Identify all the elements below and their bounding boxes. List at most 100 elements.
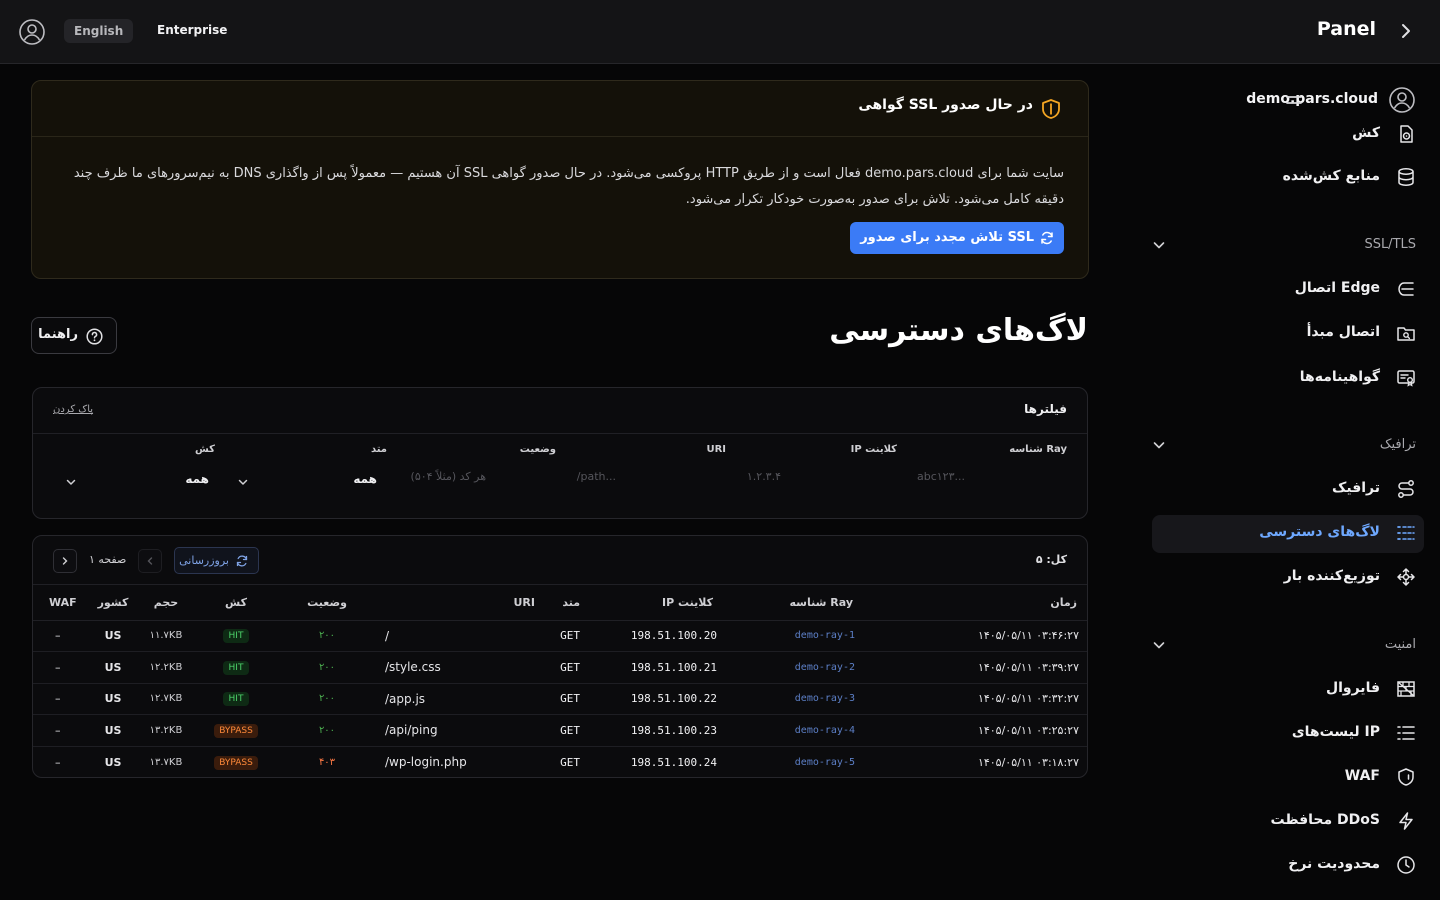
cell-country: US — [104, 692, 122, 706]
sidebar-item-ddos-protection[interactable]: محافظت DDoS — [1150, 803, 1424, 839]
cell-time: ۱۴۰۵/۰۵/۱۱ ۰۳:۱۸:۲۷ — [977, 755, 1079, 769]
help-label: راهنما — [38, 327, 78, 342]
sidebar-item-label: کش — [1352, 125, 1380, 141]
cell-uri: /app.js — [385, 691, 426, 706]
sidebar-item-certificates[interactable]: گواهینامه‌ها — [1150, 360, 1424, 396]
status-input[interactable]: هر کد (مثلاً ۵۰۴) — [411, 470, 486, 483]
sidebar-item-label: توزیع‌کننده بار — [1283, 568, 1380, 584]
chevron-right-icon — [62, 557, 68, 565]
column-header-status: وضعیت — [275, 585, 379, 621]
chevron-down-icon — [237, 476, 249, 488]
sidebar-item-access-logs[interactable]: لاگ‌های دسترسی — [1152, 515, 1424, 553]
sidebar-item-waf[interactable]: WAF — [1150, 759, 1424, 795]
cell-waf: – — [55, 692, 61, 706]
sidebar-item-label: اتصال مبدأ — [1306, 324, 1380, 340]
section-traffic[interactable]: ترافیک — [1152, 433, 1416, 459]
cell-ray-id[interactable]: demo-ray-4 — [729, 715, 889, 747]
cell-uri: /wp-login.php — [385, 755, 467, 769]
table-row[interactable]: – US ۱۱.۷KB HIT ۲۰۰ / GET 198.51.100.20 demo-ray… — [33, 620, 1087, 652]
cell-country: US — [104, 660, 122, 674]
cell-method: GET — [560, 629, 580, 643]
refresh-logs-button[interactable]: بروزرسانی — [174, 547, 259, 574]
cell-country: US — [104, 723, 122, 737]
cell-cache: BYPASS — [197, 746, 275, 777]
sidebar: demo.pars.cloud کش منابع کش‌شده SSL/TLS … — [1140, 64, 1440, 900]
sidebar-item-label: لاگ‌های دسترسی — [1259, 524, 1380, 540]
sidebar-item-edge-connection[interactable]: اتصال Edge — [1150, 271, 1424, 307]
cell-uri: /api/ping — [385, 723, 438, 738]
column-header-cache: کش — [197, 585, 275, 621]
cell-method: GET — [560, 692, 580, 706]
next-page-button[interactable] — [53, 549, 77, 573]
help-button[interactable]: راهنما — [31, 317, 117, 354]
cell-method: GET — [560, 755, 580, 769]
table-header-row: WAF کشور حجم کش وضعیت URI متد IP کلاینت … — [33, 585, 1087, 621]
table-row[interactable]: – US ۱۳.۷KB BYPASS ۴۰۳/wp-login.php GET 198.51… — [33, 746, 1087, 777]
cell-status: ۲۰۰ — [318, 630, 336, 642]
cache-select-value: همه — [185, 472, 209, 486]
cell-status: ۴۰۳ — [318, 756, 336, 768]
cell-status: ۲۰۰ — [318, 693, 336, 705]
filter-method-select[interactable]: متد همه — [237, 444, 387, 494]
edge-connection-icon — [1396, 279, 1416, 299]
list-icon — [1396, 523, 1416, 543]
ssl-banner-message: سایت شما برای demo.pars.cloud فعال است و… — [73, 166, 1064, 207]
cell-client-ip: 198.51.100.23 — [630, 723, 717, 737]
cell-country: US — [104, 629, 122, 643]
cell-time: ۱۴۰۵/۰۵/۱۱ ۰۳:۳۲:۲۷ — [977, 692, 1079, 706]
retry-ssl-button[interactable]: تلاش مجدد برای صدور SSL — [850, 222, 1064, 254]
sidebar-item-label: اتصال Edge — [1294, 280, 1380, 296]
cell-ray-id[interactable]: demo-ray-3 — [729, 683, 889, 715]
section-title: امنیت — [1384, 637, 1416, 652]
cache-status-badge: BYPASS — [214, 755, 258, 770]
sidebar-item-traffic[interactable]: ترافیک — [1150, 471, 1424, 507]
section-ssl-tls[interactable]: SSL/TLS — [1152, 233, 1416, 259]
cell-client-ip: 198.51.100.24 — [630, 755, 717, 769]
uri-input[interactable]: /path... — [577, 470, 616, 483]
total-count: کل: ۵ — [1035, 553, 1067, 566]
user-avatar-icon[interactable] — [19, 19, 45, 45]
ray-id-input[interactable]: abc۱۲۳... — [917, 470, 965, 483]
section-security[interactable]: امنیت — [1152, 633, 1416, 659]
sidebar-item-label: محدودیت نرخ — [1288, 856, 1380, 872]
cell-ray-id[interactable]: demo-ray-2 — [729, 652, 889, 684]
sidebar-item-firewall[interactable]: فایروال — [1150, 671, 1424, 707]
prev-page-button[interactable] — [138, 549, 162, 573]
sidebar-item-cached-resources[interactable]: منابع کش‌شده — [1150, 159, 1424, 195]
sidebar-item-load-balancer[interactable]: توزیع‌کننده بار — [1150, 559, 1424, 595]
plan-label: Enterprise — [157, 23, 228, 37]
cell-waf: – — [55, 723, 61, 737]
client-ip-input[interactable]: ۱.۲.۳.۴ — [747, 470, 781, 483]
sidebar-item-rate-limiting[interactable]: محدودیت نرخ — [1150, 847, 1424, 883]
table-row[interactable]: – US ۱۳.۲KB BYPASS ۲۰۰/api/ping GET 198.51.100… — [33, 715, 1087, 747]
language-toggle[interactable]: English — [64, 19, 134, 43]
cell-cache: HIT — [197, 683, 275, 715]
cache-icon — [1396, 124, 1416, 144]
column-header-method: متد — [539, 585, 580, 621]
cell-size: ۱۲.۷KB — [149, 693, 183, 705]
filter-cache-select[interactable]: کش همه — [65, 444, 215, 494]
ip-list-icon — [1396, 723, 1416, 743]
access-logs-table: WAF کشور حجم کش وضعیت URI متد IP کلاینت … — [33, 585, 1087, 777]
clear-filters-link[interactable]: پاک کردن — [53, 404, 93, 415]
filters-title: فیلترها — [1024, 402, 1067, 416]
chevron-down-icon — [1152, 238, 1166, 252]
column-header-ray-id: شناسه Ray — [729, 585, 889, 621]
load-balancer-icon — [1396, 567, 1416, 587]
filter-label: متد — [370, 444, 387, 455]
sidebar-item-label: ترافیک — [1332, 480, 1380, 496]
cell-ray-id[interactable]: demo-ray-1 — [729, 620, 889, 652]
sidebar-item-origin-connection[interactable]: اتصال مبدأ — [1150, 315, 1424, 351]
certificate-icon — [1396, 368, 1416, 388]
sidebar-item-label: گواهینامه‌ها — [1299, 369, 1380, 385]
column-header-country: کشور — [91, 585, 135, 621]
filter-label: وضعیت — [519, 444, 556, 455]
chevron-right-icon[interactable] — [1397, 22, 1415, 40]
sidebar-item-ip-lists[interactable]: لیست‌های IP — [1150, 715, 1424, 751]
table-row[interactable]: – US ۱۲.۷KB HIT ۲۰۰/app.js GET 198.51.100.22 de… — [33, 683, 1087, 715]
sidebar-item-cache[interactable]: کش — [1150, 116, 1424, 152]
hamburger-menu-icon[interactable] — [1286, 92, 1302, 108]
cell-ray-id[interactable]: demo-ray-5 — [729, 746, 889, 777]
cell-method: GET — [560, 660, 580, 674]
table-row[interactable]: – US ۱۲.۲KB HIT ۲۰۰/style.css GET 198.51.100.2… — [33, 652, 1087, 684]
